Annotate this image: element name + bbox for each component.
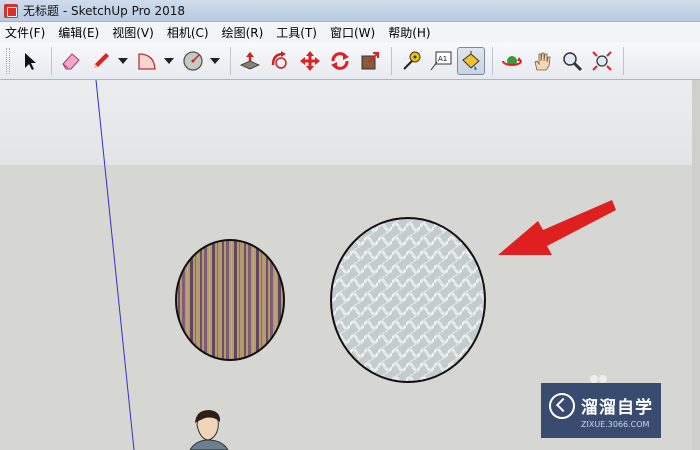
blue-axis-line (95, 80, 135, 450)
menu-bar: 文件(F) 编辑(E) 视图(V) 相机(C) 绘图(R) 工具(T) 窗口(W… (0, 22, 700, 42)
menu-file[interactable]: 文件(F) (5, 24, 45, 41)
caret-down-icon (164, 57, 174, 64)
text-label-icon: A1 (430, 51, 452, 70)
pencil-tool-button[interactable] (87, 47, 115, 75)
text-tool-button[interactable]: A1 (427, 47, 455, 75)
hand-icon (534, 52, 551, 70)
zoom-extents-tool-button[interactable] (588, 47, 616, 75)
scale-figure (189, 410, 229, 450)
tape-measure-tool-button[interactable] (397, 47, 425, 75)
push-pull-icon (240, 51, 260, 69)
arc-icon (138, 52, 156, 70)
push-pull-tool-button[interactable] (236, 47, 264, 75)
paint-bucket-tool-button[interactable] (457, 46, 485, 75)
toolbar-separator (623, 46, 624, 75)
tape-measure-icon (403, 51, 421, 70)
menu-draw[interactable]: 绘图(R) (222, 24, 264, 41)
pan-tool-button[interactable] (528, 47, 556, 75)
follow-me-tool-button[interactable] (266, 47, 294, 75)
scene-mark (599, 375, 607, 383)
rotate-tool-button[interactable] (326, 47, 354, 75)
select-tool-button[interactable] (16, 47, 44, 75)
move-arrows-icon (300, 50, 320, 71)
zoom-tool-button[interactable] (558, 47, 586, 75)
scale-icon (361, 51, 379, 69)
rotate-icon (331, 51, 349, 70)
paint-bucket-icon (462, 50, 480, 70)
striped-ellipse (175, 239, 285, 361)
text-tool-caption: A1 (438, 55, 447, 63)
window-title: 无标题 - SketchUp Pro 2018 (23, 4, 185, 18)
menu-help[interactable]: 帮助(H) (388, 24, 430, 41)
menu-camera[interactable]: 相机(C) (167, 24, 209, 41)
title-bar: 无标题 - SketchUp Pro 2018 (0, 0, 700, 22)
main-toolbar: A1 (0, 42, 700, 80)
circle-dropdown[interactable] (209, 47, 221, 75)
toolbar-separator (492, 46, 493, 75)
menu-tools[interactable]: 工具(T) (276, 24, 317, 41)
caret-down-icon (210, 57, 220, 64)
move-tool-button[interactable] (296, 47, 324, 75)
circle-icon (183, 50, 203, 71)
scene-mark (590, 375, 598, 383)
circle-tool-button[interactable] (179, 47, 207, 75)
watermark-badge: 溜溜自学 ZIXUE.3066.COM (541, 383, 661, 438)
watermark-subtitle: ZIXUE.3066.COM (581, 419, 650, 429)
toolbar-separator (230, 46, 231, 75)
watermark-logo-icon (549, 392, 575, 419)
arc-dropdown[interactable] (163, 47, 175, 75)
menu-edit[interactable]: 编辑(E) (58, 24, 99, 41)
magnifier-icon (563, 51, 583, 71)
zoom-extents-icon (592, 50, 612, 71)
toolbar-separator (391, 46, 392, 75)
red-pointer-arrow (498, 200, 616, 255)
knit-texture-ellipse (330, 217, 486, 383)
arc-tool-button[interactable] (133, 47, 161, 75)
toolbar-grip[interactable] (6, 47, 10, 74)
orbit-icon (502, 55, 522, 66)
eraser-icon (62, 52, 80, 69)
orbit-tool-button[interactable] (498, 47, 526, 75)
eraser-tool-button[interactable] (57, 47, 85, 75)
menu-view[interactable]: 视图(V) (112, 24, 154, 41)
toolbar-separator (51, 46, 52, 75)
menu-window[interactable]: 窗口(W) (330, 24, 375, 41)
pencil-dropdown[interactable] (117, 47, 129, 75)
scale-tool-button[interactable] (356, 47, 384, 75)
select-arrow-icon (25, 52, 36, 70)
follow-me-icon (271, 50, 287, 69)
sketchup-app-icon (4, 3, 18, 18)
caret-down-icon (118, 57, 128, 64)
pencil-icon (94, 52, 109, 68)
watermark-title: 溜溜自学 (581, 398, 653, 418)
viewport-right-edge (692, 80, 700, 450)
